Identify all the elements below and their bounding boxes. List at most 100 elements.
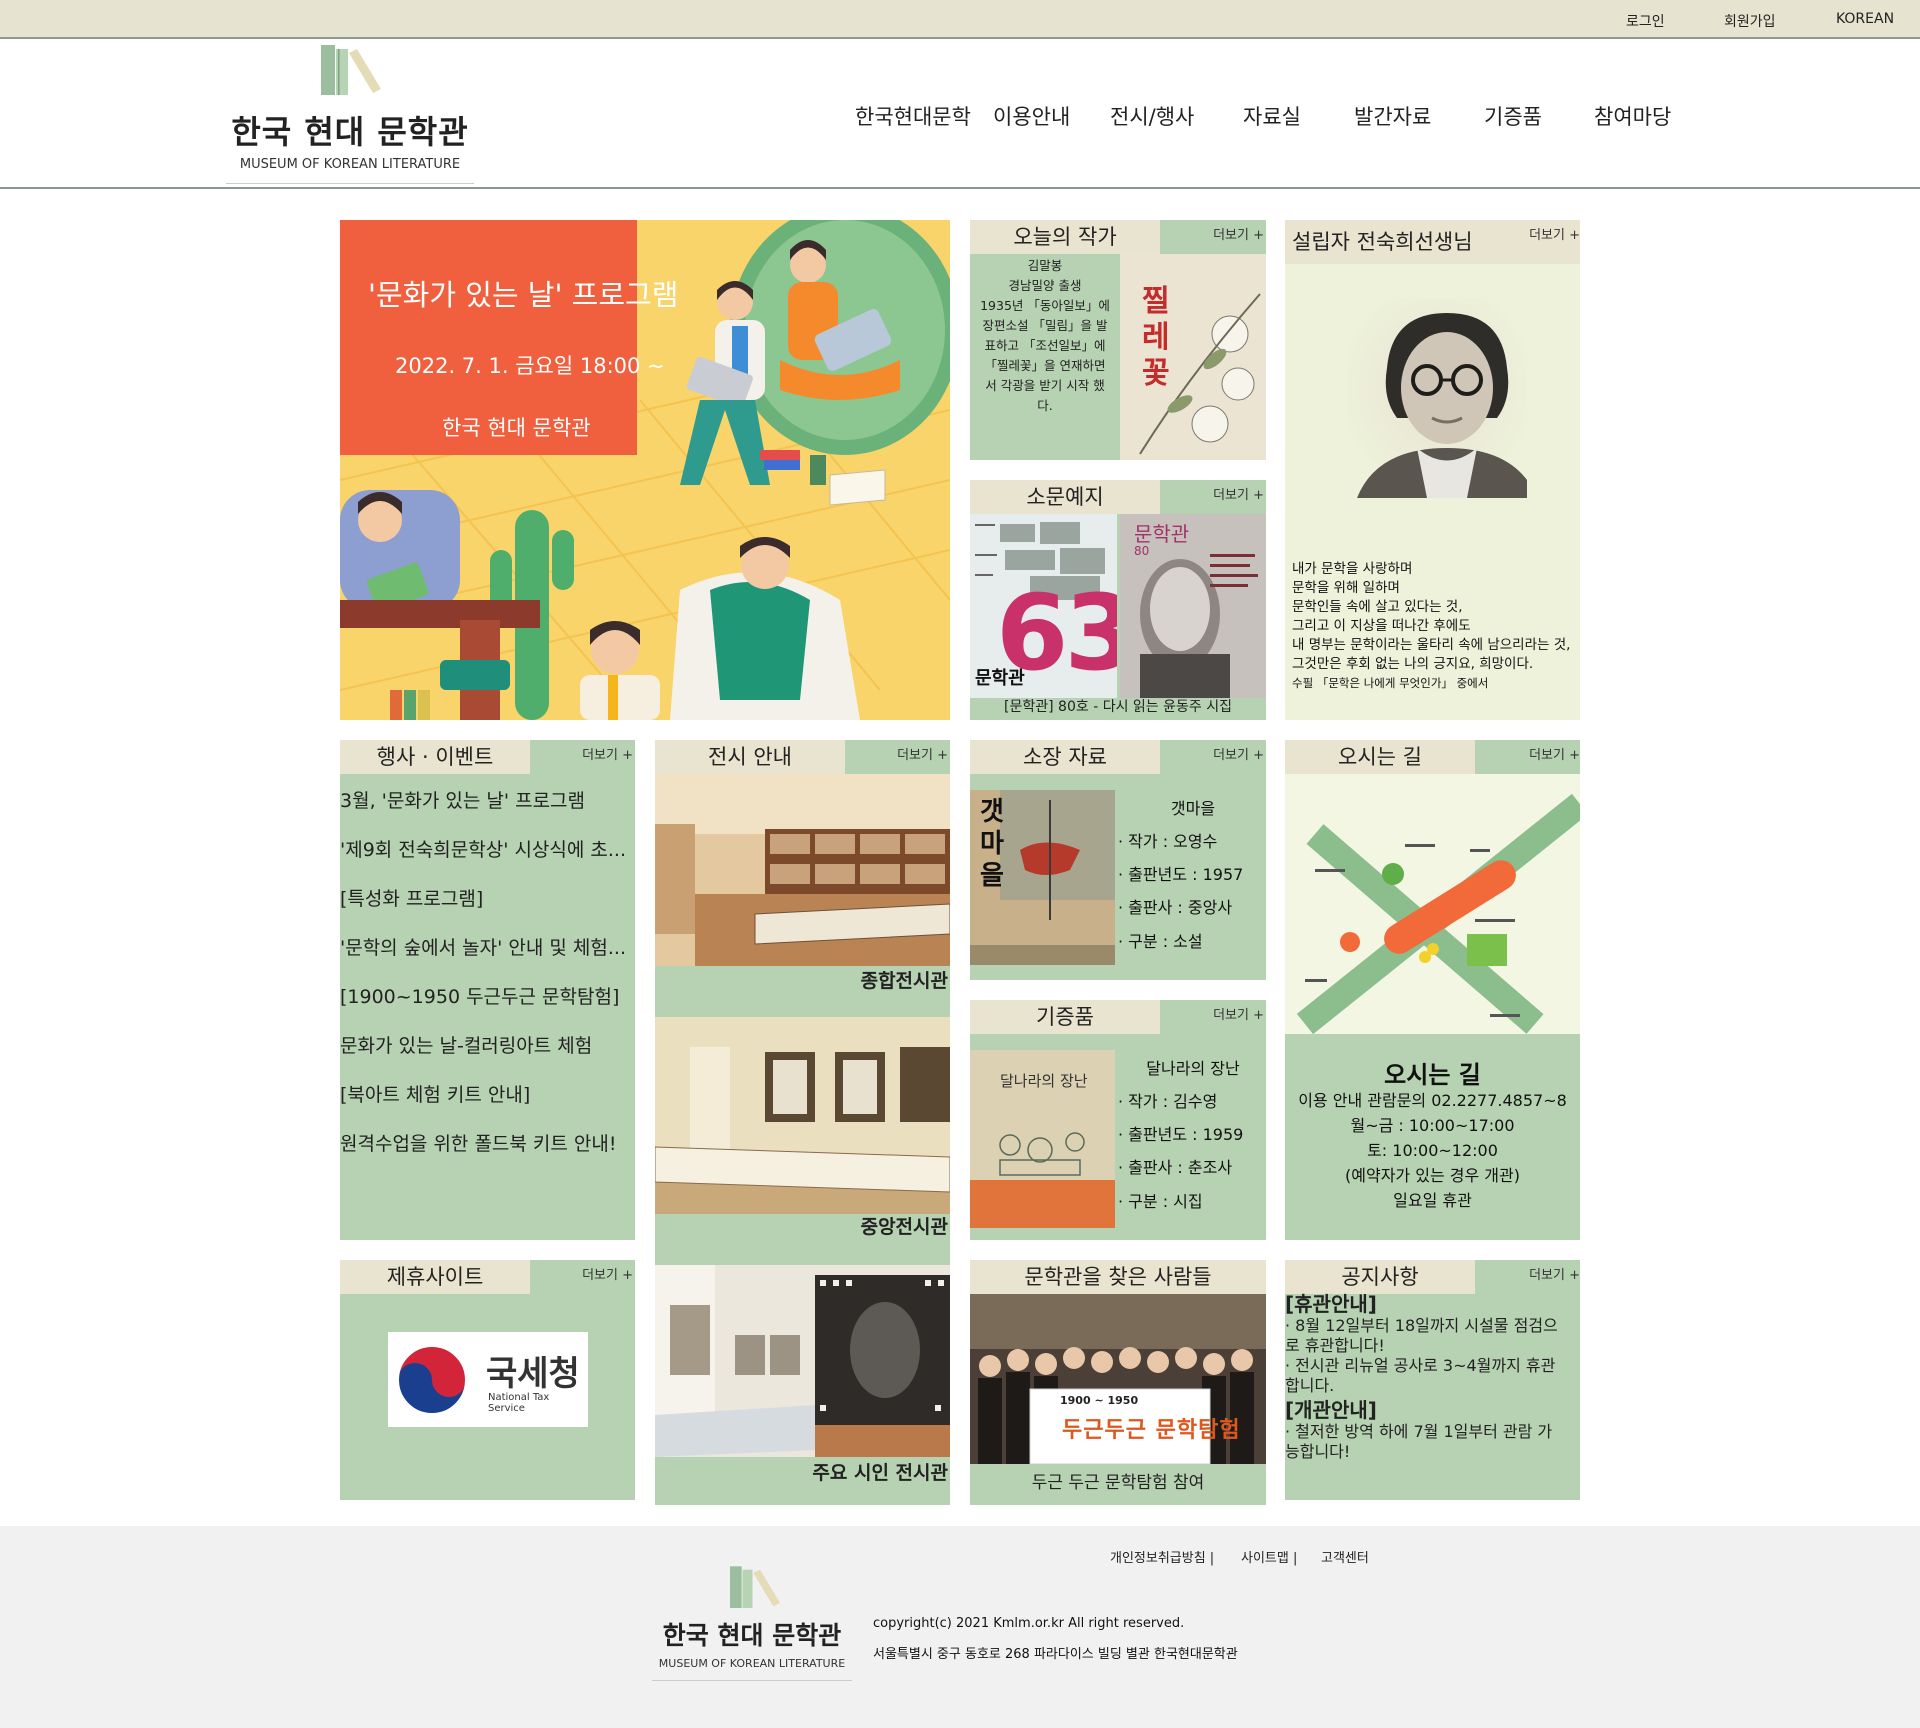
signup-link[interactable]: 회원가입 <box>1724 11 1776 31</box>
donation-spec: · 출판사 : 춘조사 <box>1118 1158 1233 1177</box>
login-link[interactable]: 로그인 <box>1626 11 1665 31</box>
hero-banner[interactable]: '문화가 있는 날' 프로그램 2022. 7. 1. 금요일 18:00 ~ … <box>340 220 950 720</box>
partners-panel: 제휴사이트 더보기 + 국세청 National Tax Service <box>340 1260 635 1500</box>
event-item[interactable]: [특성화 프로그램] <box>340 884 483 911</box>
footer-logo: 한국 현대 문학관 MUSEUM OF KOREAN LITERATURE <box>652 1566 852 1686</box>
donation-spec: · 출판년도 : 1959 <box>1118 1125 1244 1144</box>
founder-portrait-image <box>1347 298 1537 498</box>
footer-logo-english: MUSEUM OF KOREAN LITERATURE <box>658 1657 846 1670</box>
collection-spec: · 작가 : 오영수 <box>1118 832 1218 851</box>
notices-tab: 공지사항 <box>1285 1260 1475 1294</box>
todays-author-tab: 오늘의 작가 <box>970 220 1160 254</box>
hall-label-central: 중앙전시관 <box>860 1216 948 1238</box>
nav-community[interactable]: 참여마당 <box>1594 101 1671 131</box>
hero-organization: 한국 현대 문학관 <box>442 416 591 440</box>
hall-photo-central-art <box>655 1017 950 1214</box>
footer-books-logo-icon <box>730 1566 780 1608</box>
journal-cover-title: 문학관 <box>975 668 1025 689</box>
nav-korean-literature[interactable]: 한국현대문학 <box>855 101 971 131</box>
journal-cover-63[interactable]: 63 문학관 <box>970 514 1117 698</box>
notice-closure[interactable]: [휴관안내] · 8월 12일부터 18일까지 시설물 점검으 로 휴관합니다!… <box>1285 1294 1580 1396</box>
nts-logo-link[interactable]: 국세청 National Tax Service <box>388 1332 588 1427</box>
visitors-panel: 문학관을 찾은 사람들 1900 ~ 1950 두근두근 문학탐험 두근 두근 … <box>970 1260 1266 1505</box>
directions-heading: 오시는 길 <box>1384 1061 1481 1089</box>
exhibition-more-link[interactable]: 더보기 + <box>897 744 948 763</box>
donation-panel: 기증품 더보기 + 달나라의 장난 달나라의 장난 · 작가 : 김수영 · 출… <box>970 1000 1266 1240</box>
collection-cover[interactable]: 갯마을 <box>970 790 1115 965</box>
collection-spec: · 출판사 : 중앙사 <box>1118 898 1233 917</box>
site-footer: 개인정보취급방침 | 사이트맵 | 고객센터 한국 현대 문학관 MUSEUM … <box>0 1526 1920 1728</box>
footer-logo-name: 한국 현대 문학관 <box>662 1621 842 1650</box>
journal-caption[interactable]: [문학관] 80호 - 다시 읽는 윤동주 시집 <box>970 696 1266 716</box>
hero-title: '문화가 있는 날' 프로그램 <box>368 278 679 312</box>
hall-photo-poets[interactable] <box>655 1265 950 1457</box>
journal-panel: 소문예지 더보기 + 63 문학관 문학관 80 [문학관] 80호 - 다시 … <box>970 480 1266 720</box>
footer-address: 서울특별시 중구 동호로 268 파라다이스 빌딩 별관 한국현대문학관 <box>873 1647 1238 1662</box>
directions-map[interactable] <box>1285 774 1580 1035</box>
journal-more-link[interactable]: 더보기 + <box>1213 484 1264 503</box>
footer-logo-divider <box>652 1680 852 1681</box>
donation-tab: 기증품 <box>970 1000 1160 1034</box>
nts-emblem-icon <box>397 1345 467 1415</box>
visitors-photo[interactable]: 1900 ~ 1950 두근두근 문학탐험 <box>970 1294 1266 1464</box>
nts-logo-korean: 국세청 <box>486 1354 580 1394</box>
nav-publications[interactable]: 발간자료 <box>1354 101 1431 131</box>
nav-donations[interactable]: 기증품 <box>1484 101 1542 131</box>
collection-title[interactable]: 갯마을 <box>1120 795 1266 819</box>
hero-date: 2022. 7. 1. 금요일 18:00 ~ <box>395 354 665 378</box>
directions-panel: 오시는 길 더보기 + 오시는 길 이용 안내 관람문의 02.2277.485… <box>1285 740 1580 1240</box>
directions-more-link[interactable]: 더보기 + <box>1529 744 1580 763</box>
banner-year: 1900 ~ 1950 <box>1060 1394 1139 1407</box>
events-more-link[interactable]: 더보기 + <box>582 744 633 763</box>
banner-title: 두근두근 문학탐험 <box>1062 1418 1241 1443</box>
footer-privacy-link[interactable]: 개인정보취급방침 | <box>1110 1547 1214 1566</box>
journal-cover-80[interactable]: 문학관 80 <box>1120 514 1266 698</box>
nav-exhibitions-events[interactable]: 전시/행사 <box>1110 101 1194 131</box>
footer-customer-center-link[interactable]: 고객센터 <box>1321 1547 1369 1566</box>
directions-tab: 오시는 길 <box>1285 740 1475 774</box>
logo-divider <box>226 183 474 184</box>
event-item[interactable]: '제9회 전숙희문학상' 시상식에 초... <box>340 835 626 862</box>
map-illustration <box>1296 793 1580 1035</box>
founder-portrait <box>1347 298 1537 498</box>
hall-photo-poets-art <box>655 1265 950 1457</box>
event-item[interactable]: 원격수업을 위한 폴드북 키트 안내! <box>340 1129 617 1156</box>
collection-spec: · 구분 : 소설 <box>1118 932 1203 951</box>
logo-english: MUSEUM OF KOREAN LITERATURE <box>239 157 461 172</box>
hall-photo-general[interactable] <box>655 774 950 966</box>
directions-info: 이용 안내 관람문의 02.2277.4857~8 월~금 : 10:00~17… <box>1298 1091 1567 1210</box>
events-panel: 행사 · 이벤트 더보기 + 3월, '문화가 있는 날' 프로그램 '제9회 … <box>340 740 635 1240</box>
partners-more-link[interactable]: 더보기 + <box>582 1264 633 1283</box>
nav-usage-guide[interactable]: 이용안내 <box>993 101 1070 131</box>
notice-opening[interactable]: [개관안내] · 철저한 방역 하에 7월 1일부터 관람 가 능합니다! <box>1285 1400 1580 1462</box>
nav-archive[interactable]: 자료실 <box>1243 101 1301 131</box>
collection-more-link[interactable]: 더보기 + <box>1213 744 1264 763</box>
collection-tab: 소장 자료 <box>970 740 1160 774</box>
todays-author-more-link[interactable]: 더보기 + <box>1213 224 1264 243</box>
book-cover-image[interactable]: 찔레꽃 <box>1120 254 1266 460</box>
event-item[interactable]: [1900~1950 두근두근 문학탐험] <box>340 982 619 1009</box>
notices-more-link[interactable]: 더보기 + <box>1529 1264 1580 1283</box>
journal-cover-number-2: 80 <box>1134 544 1150 558</box>
visitors-tab: 문학관을 찾은 사람들 <box>970 1260 1266 1294</box>
footer-sitemap-link[interactable]: 사이트맵 | <box>1241 1547 1297 1566</box>
donation-title[interactable]: 달나라의 장난 <box>1120 1055 1266 1079</box>
events-tab: 행사 · 이벤트 <box>340 740 530 774</box>
hall-photo-central[interactable] <box>655 1017 950 1214</box>
founder-more-link[interactable]: 더보기 + <box>1529 224 1580 243</box>
book-cover-title: 찔레꽃 <box>1142 284 1170 391</box>
event-item[interactable]: 3월, '문화가 있는 날' 프로그램 <box>340 786 585 813</box>
donation-more-link[interactable]: 더보기 + <box>1213 1004 1264 1023</box>
event-item[interactable]: [북아트 체험 키트 안내] <box>340 1080 530 1107</box>
todays-author-panel: 오늘의 작가 더보기 + 김말봉 경남밀양 출생 1935년 「동아일보」에 장… <box>970 220 1266 460</box>
event-item[interactable]: 문화가 있는 날-컬러링아트 체험 <box>340 1031 592 1058</box>
language-link[interactable]: KOREAN <box>1836 11 1894 27</box>
event-item[interactable]: '문학의 숲에서 놀자' 안내 및 체험... <box>340 933 626 960</box>
site-logo[interactable]: 한국 현대 문학관 MUSEUM OF KOREAN LITERATURE <box>226 45 474 185</box>
exhibition-panel: 전시 안내 더보기 + 종합전시관 중앙전시관 주요 시인 전시관 <box>655 740 950 1505</box>
books-logo-icon <box>321 45 381 95</box>
donation-cover[interactable]: 달나라의 장난 <box>970 1050 1115 1228</box>
journal-cover-title-2: 문학관 <box>1134 522 1190 546</box>
hall-label-general: 종합전시관 <box>860 970 948 992</box>
visitors-caption[interactable]: 두근 두근 문학탐험 참여 <box>970 1468 1266 1493</box>
